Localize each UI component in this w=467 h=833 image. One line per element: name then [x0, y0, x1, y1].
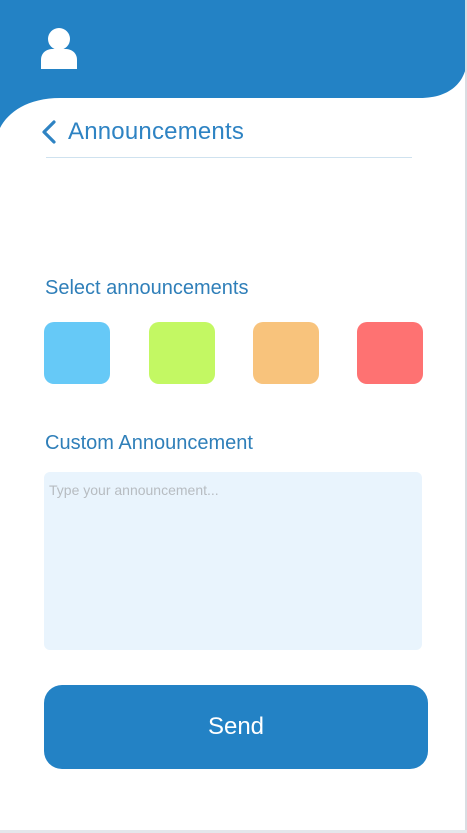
- color-swatch-green[interactable]: [149, 322, 215, 384]
- color-swatch-blue[interactable]: [44, 322, 110, 384]
- send-button[interactable]: Send: [44, 685, 428, 769]
- custom-announcement-label: Custom Announcement: [45, 432, 253, 454]
- select-announcements-label: Select announcements: [45, 277, 249, 299]
- back-navigation[interactable]: Announcements: [40, 112, 244, 152]
- color-swatch-red[interactable]: [357, 322, 423, 384]
- chevron-left-icon[interactable]: [40, 119, 58, 145]
- user-icon[interactable]: [40, 27, 78, 69]
- announcement-textarea[interactable]: [44, 472, 422, 650]
- announcements-screen: Announcements Select announcements Custo…: [0, 0, 467, 833]
- page-title: Announcements: [68, 118, 245, 145]
- title-divider: [46, 157, 412, 158]
- color-swatch-orange[interactable]: [253, 322, 319, 384]
